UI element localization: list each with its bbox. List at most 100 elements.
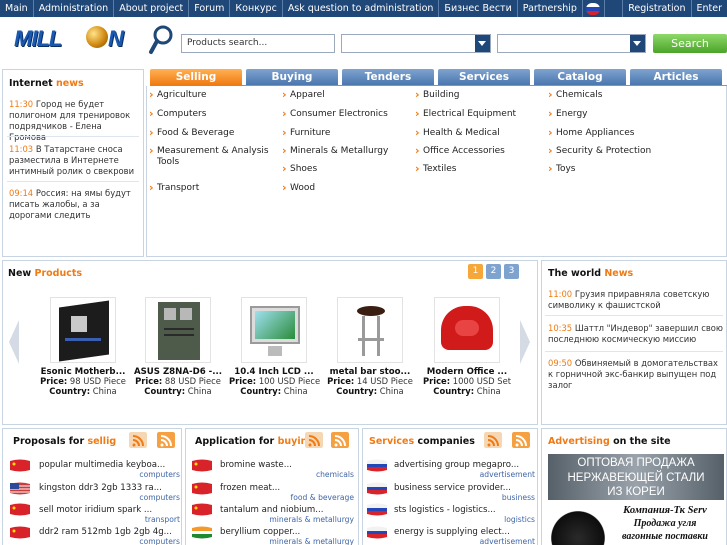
category-link[interactable]: Shoes <box>282 163 317 175</box>
bar-stool-image <box>337 297 403 363</box>
product-card[interactable]: 10.4 Inch LCD ... Price: 100 USD Piece C… <box>229 297 320 396</box>
list-item[interactable]: frozen meat... food & beverage <box>220 483 354 502</box>
list-item[interactable]: popular multimedia keyboa... computers <box>39 460 180 479</box>
nav-enter[interactable]: Enter <box>690 0 727 17</box>
steel-ad-banner[interactable]: ОПТОВАЯ ПРОДАЖА НЕРЖАВЕЮЩЕЙ СТАЛИ ИЗ КОР… <box>548 454 724 500</box>
usa-flag-icon <box>10 482 30 495</box>
category-select[interactable] <box>341 34 491 53</box>
page-1-button[interactable]: 1 <box>468 264 483 279</box>
nav-administration[interactable]: Administration <box>34 0 115 17</box>
china-flag-icon <box>10 459 30 472</box>
category-link[interactable]: Wood <box>282 182 315 194</box>
tab-articles[interactable]: Articles <box>630 69 722 85</box>
list-item[interactable]: sts logistics - logistics... logistics <box>394 505 535 524</box>
category-link[interactable]: Agriculture <box>149 89 206 101</box>
news-item[interactable]: 11:03 В Татарстане сноса разместила в Ин… <box>9 144 137 177</box>
tab-buying[interactable]: Buying <box>246 69 338 85</box>
product-card[interactable]: metal bar stoo... Price: 14 USD Piece Co… <box>325 297 415 396</box>
news-item[interactable]: 09:14 Россия: на ямы будут писать жалобы… <box>9 188 137 221</box>
search-input[interactable]: Products search... <box>181 34 335 53</box>
nav-about-project[interactable]: About project <box>114 0 190 17</box>
page-3-button[interactable]: 3 <box>504 264 519 279</box>
category-link[interactable]: Home Appliances <box>548 127 634 139</box>
rss-icon[interactable] <box>331 432 349 448</box>
nav-main[interactable]: Main <box>0 0 34 17</box>
list-item[interactable]: tantalum and niobium... minerals & metal… <box>220 505 354 524</box>
china-flag-icon <box>192 503 212 516</box>
rss-feed-icon[interactable] <box>305 432 323 448</box>
category-link[interactable]: Health & Medical <box>415 127 500 139</box>
news-item[interactable]: 09:50 Обвиняемый в домогательствах к гор… <box>548 358 724 391</box>
product-card[interactable]: Esonic Motherb... Price: 98 USD Piece Co… <box>38 297 128 396</box>
category-link[interactable]: Toys <box>548 163 575 175</box>
tab-tenders[interactable]: Tenders <box>342 69 434 85</box>
rss-icon[interactable] <box>512 432 530 448</box>
news-item[interactable]: 11:00 Грузия приравняла советскую символ… <box>548 289 724 311</box>
news-item[interactable]: 10:35 Шаттл "Индевор" завершил свою посл… <box>548 323 724 345</box>
nav-contest[interactable]: Конкурс <box>230 0 283 17</box>
nav-partnership[interactable]: Partnership <box>518 0 583 17</box>
site-logo[interactable]: MILL N <box>14 24 132 62</box>
tab-selling[interactable]: Selling <box>150 69 242 85</box>
rss-feed-icon[interactable] <box>129 432 147 448</box>
category-link[interactable]: Minerals & Metallurgy <box>282 145 388 157</box>
rss-icon[interactable] <box>157 432 175 448</box>
list-item[interactable]: energy is supplying elect... advertiseme… <box>394 527 535 545</box>
nav-ask-question[interactable]: Ask question to administration <box>283 0 440 17</box>
divider <box>7 136 139 137</box>
india-flag-icon <box>192 526 212 539</box>
server-board-image <box>145 297 211 363</box>
list-item[interactable]: bromine waste... chemicals <box>220 460 354 479</box>
category-link[interactable]: Building <box>415 89 459 101</box>
next-arrow-icon[interactable] <box>520 320 530 364</box>
globe-icon <box>86 26 108 48</box>
category-link[interactable]: Apparel <box>282 89 325 101</box>
category-link[interactable]: Security & Protection <box>548 145 651 157</box>
page-2-button[interactable]: 2 <box>486 264 501 279</box>
header: MILL N Products search... Search <box>0 17 727 67</box>
tab-services[interactable]: Services <box>438 69 530 85</box>
category-link[interactable]: Office Accessories <box>415 145 505 157</box>
list-item[interactable]: beryllium copper... minerals & metallurg… <box>220 527 354 545</box>
category-link[interactable]: Textiles <box>415 163 457 175</box>
category-link[interactable]: Furniture <box>282 127 331 139</box>
nav-business-news[interactable]: Бизнес Вести <box>439 0 518 17</box>
region-select[interactable] <box>497 34 646 53</box>
category-link[interactable]: Computers <box>149 108 207 120</box>
russia-flag-icon <box>367 526 387 539</box>
list-item[interactable]: advertising group megapro... advertiseme… <box>394 460 535 479</box>
world-news-title-accent: News <box>604 268 634 279</box>
divider <box>7 181 139 182</box>
category-link[interactable]: Chemicals <box>548 89 603 101</box>
internet-news-panel: Internet news 11:30 Город не будет полиг… <box>2 69 144 257</box>
china-flag-icon <box>192 482 212 495</box>
russia-flag-icon <box>367 459 387 472</box>
category-link[interactable]: Energy <box>548 108 587 120</box>
list-item[interactable]: sell motor iridium spark ... transport <box>39 505 180 524</box>
previous-arrow-icon[interactable] <box>9 320 19 364</box>
proposals-title: Proposals for <box>13 436 85 447</box>
russian-flag-icon[interactable] <box>583 0 605 17</box>
nav-forum[interactable]: Forum <box>189 0 231 17</box>
rss-feed-icon[interactable] <box>484 432 502 448</box>
internet-news-title-accent: news <box>56 78 84 89</box>
tab-catalog[interactable]: Catalog <box>534 69 626 85</box>
category-link[interactable]: Food & Beverage <box>149 127 234 139</box>
nav-registration[interactable]: Registration <box>622 0 690 17</box>
china-flag-icon <box>192 459 212 472</box>
coal-ad-banner[interactable]: Компания-Тк Serv Продажа угля вагонные п… <box>548 502 724 545</box>
applications-title: Application for <box>195 436 275 447</box>
magnifier-icon <box>149 25 173 54</box>
list-item[interactable]: kingston ddr3 2gb 1333 ra... computers <box>39 483 180 502</box>
search-button[interactable]: Search <box>653 34 727 53</box>
category-link[interactable]: Transport <box>149 182 199 194</box>
advertising-title-accent: Advertising <box>548 436 610 447</box>
china-flag-icon <box>10 526 30 539</box>
product-card[interactable]: Modern Office ... Price: 1000 USD Set Co… <box>422 297 512 396</box>
list-item[interactable]: business service provider... business <box>394 483 535 502</box>
category-link[interactable]: Electrical Equipment <box>415 108 516 120</box>
category-link[interactable]: Consumer Electronics <box>282 108 388 120</box>
product-card[interactable]: ASUS Z8NA-D6 -... Price: 88 USD Piece Co… <box>133 297 223 396</box>
category-link[interactable]: Measurement & Analysis Tools <box>149 145 275 168</box>
list-item[interactable]: ddr2 ram 512mb 1gb 2gb 4g... computers <box>39 527 180 545</box>
